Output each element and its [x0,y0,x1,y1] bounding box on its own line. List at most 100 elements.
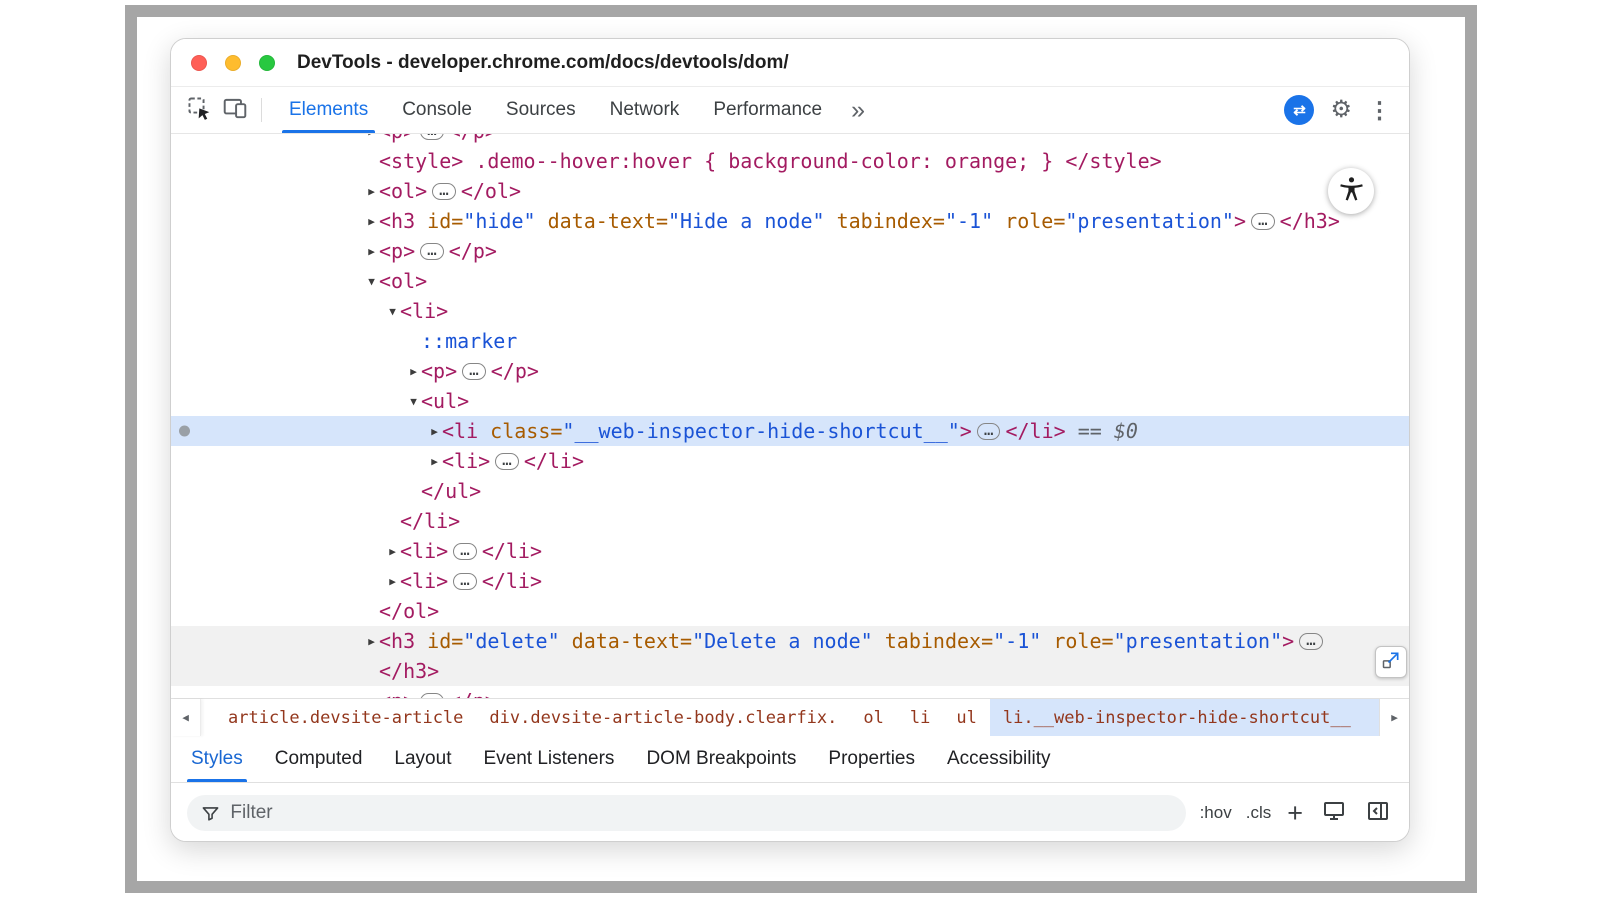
dom-token-tag: <p> [379,689,415,698]
ellipsis-expand-button[interactable]: … [420,693,444,699]
expanded-triangle-icon[interactable]: ▼ [364,275,379,288]
indent-spacer [171,671,364,672]
jump-arrow-icon [1381,650,1401,675]
jump-to-element-button[interactable] [1375,646,1407,678]
inspect-element-button[interactable] [181,93,217,127]
dom-tree-row[interactable]: </li> [171,506,1409,536]
tab-layout[interactable]: Layout [378,736,467,782]
dom-tree-row[interactable]: ▶<li>…</li> [171,446,1409,476]
ellipsis-expand-button[interactable]: … [432,183,456,200]
collapsed-triangle-icon[interactable]: ▶ [406,365,421,378]
dom-tree-row[interactable]: ▶<li>…</li> [171,536,1409,566]
breadcrumb-item[interactable]: div.devsite-article-body.clearfix. [476,699,850,736]
sync-extension-button[interactable]: ⇄ [1284,95,1314,125]
toggle-sidebar-button[interactable] [1363,798,1393,828]
indent-spacer [171,251,364,252]
dom-tree-row[interactable]: ▶<p>…</p> [171,356,1409,386]
collapsed-triangle-icon[interactable]: ▶ [364,635,379,648]
dom-token-tag: <p> [379,239,415,263]
collapsed-triangle-icon[interactable]: ▶ [364,245,379,258]
dom-tree-row[interactable]: ▼<ol> [171,266,1409,296]
dom-token-eq: == [1066,419,1114,443]
dom-tree-row[interactable]: ▶<li class="__web-inspector-hide-shortcu… [171,416,1409,446]
collapsed-triangle-icon[interactable]: ▶ [427,425,442,438]
ellipsis-expand-button[interactable]: … [462,363,486,380]
device-toolbar-button[interactable] [217,93,253,127]
expanded-triangle-icon[interactable]: ▼ [406,395,421,408]
breadcrumb-item[interactable]: article.devsite-article [215,699,476,736]
device-toolbar-icon [222,95,248,126]
ellipsis-expand-button[interactable]: … [1251,213,1275,230]
collapsed-triangle-icon[interactable]: ▶ [364,695,379,699]
monitor-icon [1322,799,1346,828]
dom-token-dollar: $0 [1114,419,1138,443]
toolbar-right-controls: ⇄ ⚙ ⋮ [1284,95,1391,125]
breadcrumb-bar: ◀ article.devsite-articlediv.devsite-art… [171,698,1409,736]
filter-funnel-icon [201,803,220,823]
ellipsis-expand-button[interactable]: … [420,134,444,140]
dom-tree-row[interactable]: ▶<h3 id="hide" data-text="Hide a node" t… [171,206,1409,236]
breadcrumb-scroll-right-button[interactable]: ▶ [1379,699,1409,736]
dom-tree-row[interactable]: ▶<p>…</p> [171,134,1409,146]
dom-tree-row[interactable]: ▶<ol>…</ol> [171,176,1409,206]
more-tabs-button[interactable]: » [839,98,877,123]
close-button[interactable] [191,55,207,71]
zoom-button[interactable] [259,55,275,71]
dom-tree-row[interactable]: ▶<p>…</p> [171,236,1409,266]
ellipsis-expand-button[interactable]: … [453,573,477,590]
collapsed-triangle-icon[interactable]: ▶ [385,575,400,588]
rendering-emulations-button[interactable] [1319,798,1349,828]
dom-tree-row[interactable]: ▶<h3 id="delete" data-text="Delete a nod… [171,626,1409,656]
accessibility-fab-button[interactable] [1328,168,1374,214]
tab-dom-breakpoints[interactable]: DOM Breakpoints [630,736,812,782]
dom-token-tag: </ol> [379,599,439,623]
collapsed-triangle-icon[interactable]: ▶ [364,134,379,138]
collapsed-triangle-icon[interactable]: ▶ [427,455,442,468]
tab-elements[interactable]: Elements [272,87,385,133]
dom-tree-row[interactable]: </h3> [171,656,1409,686]
breadcrumb-scroll-left-button[interactable]: ◀ [171,699,201,736]
tab-computed[interactable]: Computed [259,736,379,782]
dom-tree-row[interactable]: ▶<p>…</p> [171,686,1409,698]
breadcrumb-item[interactable]: ul [943,699,989,736]
tab-properties[interactable]: Properties [812,736,931,782]
dom-tree-row[interactable]: ::marker [171,326,1409,356]
dom-tree-row[interactable]: </ul> [171,476,1409,506]
dom-tree-row[interactable]: ▼<ul> [171,386,1409,416]
dom-token-attr: data-text= [560,629,692,653]
breadcrumb-item[interactable]: li [897,699,943,736]
tab-console[interactable]: Console [385,87,489,133]
collapsed-triangle-icon[interactable]: ▶ [364,215,379,228]
ellipsis-expand-button[interactable]: … [495,453,519,470]
ellipsis-expand-button[interactable]: … [1299,633,1323,650]
tab-accessibility[interactable]: Accessibility [931,736,1066,782]
dom-token-tag: </h3> [379,659,439,683]
ellipsis-expand-button[interactable]: … [420,243,444,260]
breadcrumb-item[interactable]: ol [850,699,896,736]
dom-tree-row[interactable]: ▶<li>…</li> [171,566,1409,596]
element-classes-button[interactable]: .cls [1246,803,1272,823]
toggle-element-state-button[interactable]: :hov [1200,803,1232,823]
tab-performance[interactable]: Performance [696,87,839,133]
filter-field[interactable] [187,795,1186,831]
dom-token-tag: </p> [491,359,539,383]
dom-tree-row[interactable]: <style> .demo--hover:hover { background-… [171,146,1409,176]
tab-event-listeners[interactable]: Event Listeners [467,736,630,782]
filter-input[interactable] [230,802,1171,824]
tab-network[interactable]: Network [593,87,697,133]
main-menu-button[interactable]: ⋮ [1368,99,1391,122]
tab-sources[interactable]: Sources [489,87,593,133]
collapsed-triangle-icon[interactable]: ▶ [385,545,400,558]
dom-tree-row[interactable]: </ol> [171,596,1409,626]
collapsed-triangle-icon[interactable]: ▶ [364,185,379,198]
tab-styles[interactable]: Styles [175,736,259,782]
new-style-rule-button[interactable]: + [1287,800,1303,827]
ellipsis-expand-button[interactable]: … [977,423,1001,440]
dom-tree-row[interactable]: ▼<li> [171,296,1409,326]
expanded-triangle-icon[interactable]: ▼ [385,305,400,318]
settings-button[interactable]: ⚙ [1330,98,1352,122]
devtools-window: DevTools - developer.chrome.com/docs/dev… [170,38,1410,842]
minimize-button[interactable] [225,55,241,71]
ellipsis-expand-button[interactable]: … [453,543,477,560]
breadcrumb-item[interactable]: li.__web-inspector-hide-shortcut__ [990,699,1379,736]
